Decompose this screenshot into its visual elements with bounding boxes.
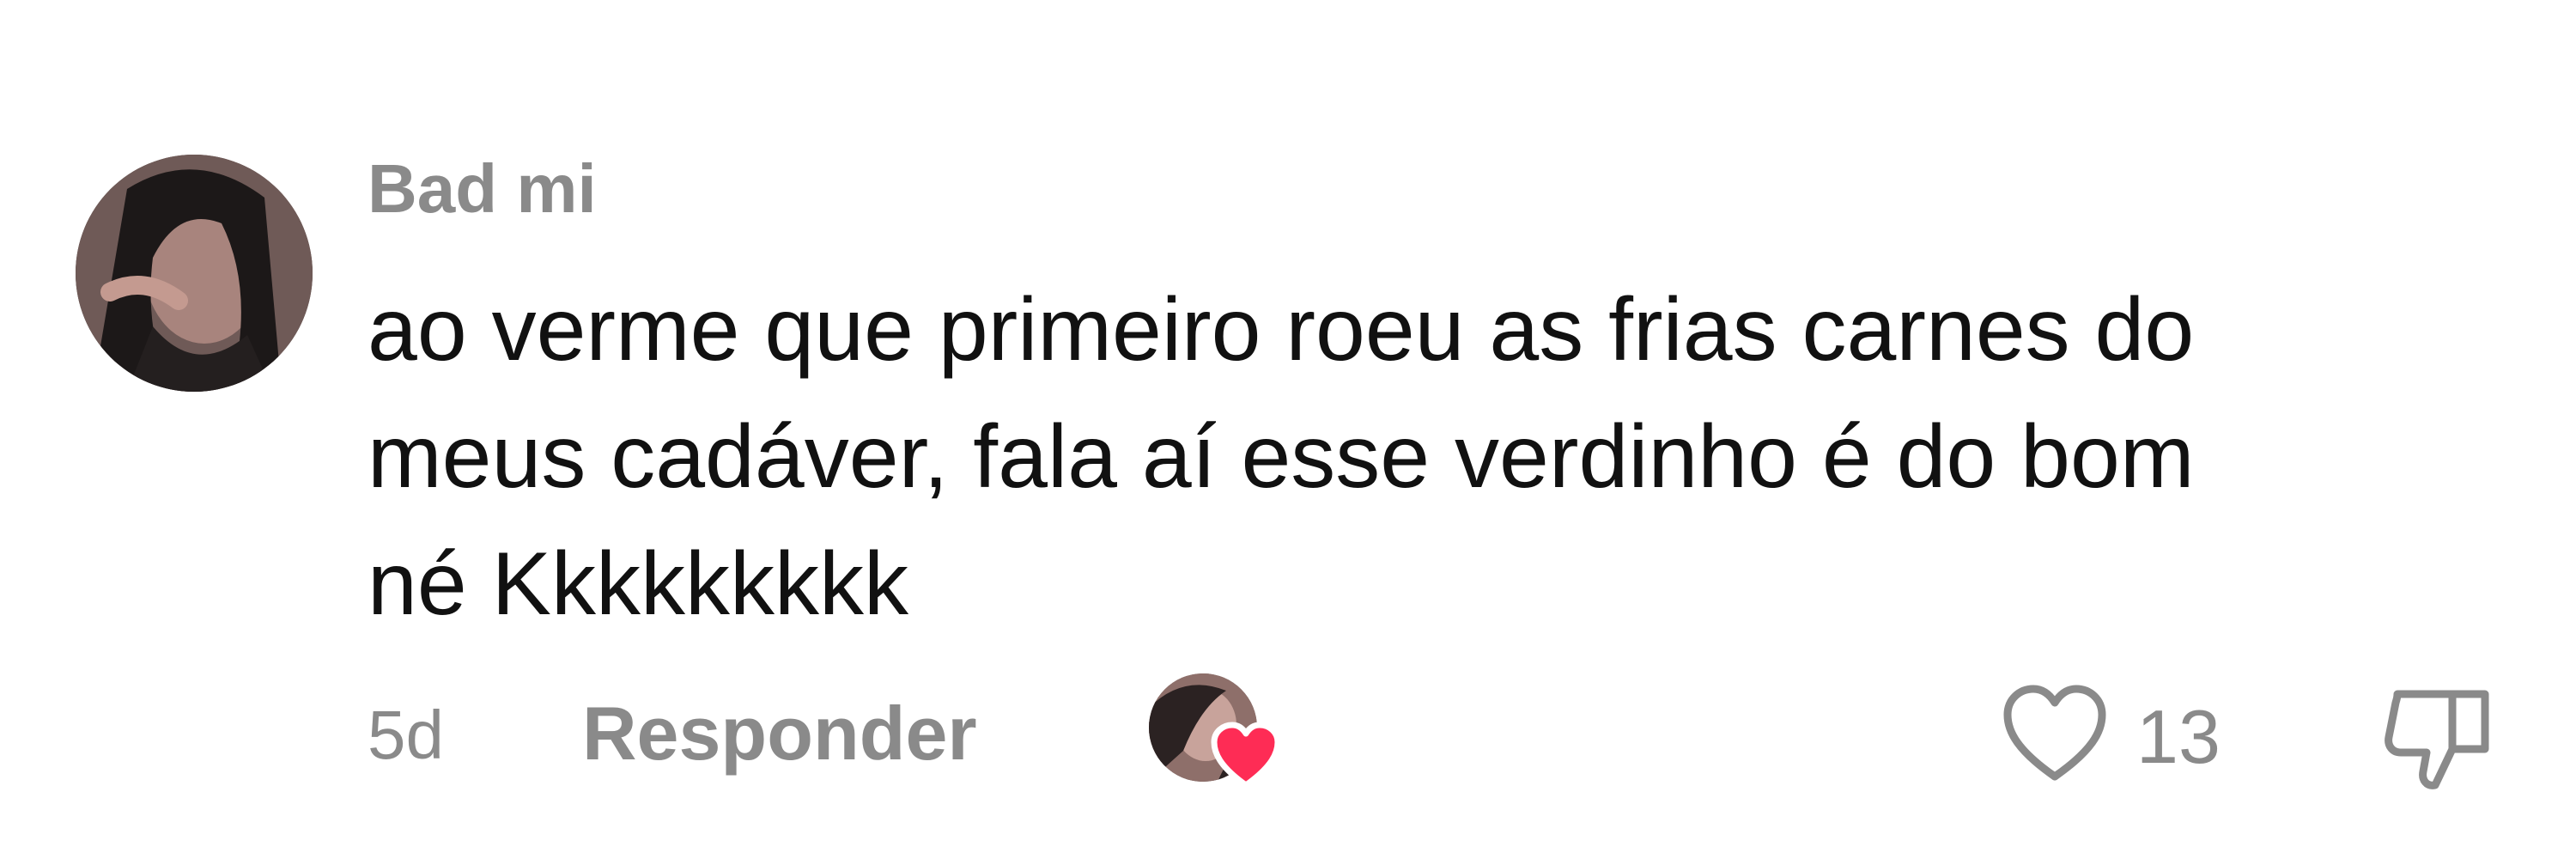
comment-text-line: ao verme que primeiro roeu as frias carn…	[368, 280, 2195, 380]
comment-username[interactable]: Bad mi	[368, 148, 597, 230]
thumbs-down-icon[interactable]	[2379, 679, 2499, 799]
comment-timestamp: 5d	[368, 697, 444, 773]
comment-text-line: né Kkkkkkkkk	[368, 534, 908, 634]
comment-item: Bad mi ao verme que primeiro roeu as fri…	[0, 0, 2576, 859]
creator-liked-badge	[1149, 673, 1281, 789]
heart-filled-icon	[1211, 722, 1281, 789]
comment-text: ao verme que primeiro roeu as frias carn…	[368, 266, 2514, 648]
user-avatar[interactable]	[76, 155, 313, 392]
reply-button[interactable]: Responder	[582, 689, 977, 778]
heart-outline-icon[interactable]	[1999, 679, 2111, 790]
like-count: 13	[2136, 694, 2221, 779]
comment-text-line: meus cadáver, fala aí esse verdinho é do…	[368, 407, 2195, 507]
